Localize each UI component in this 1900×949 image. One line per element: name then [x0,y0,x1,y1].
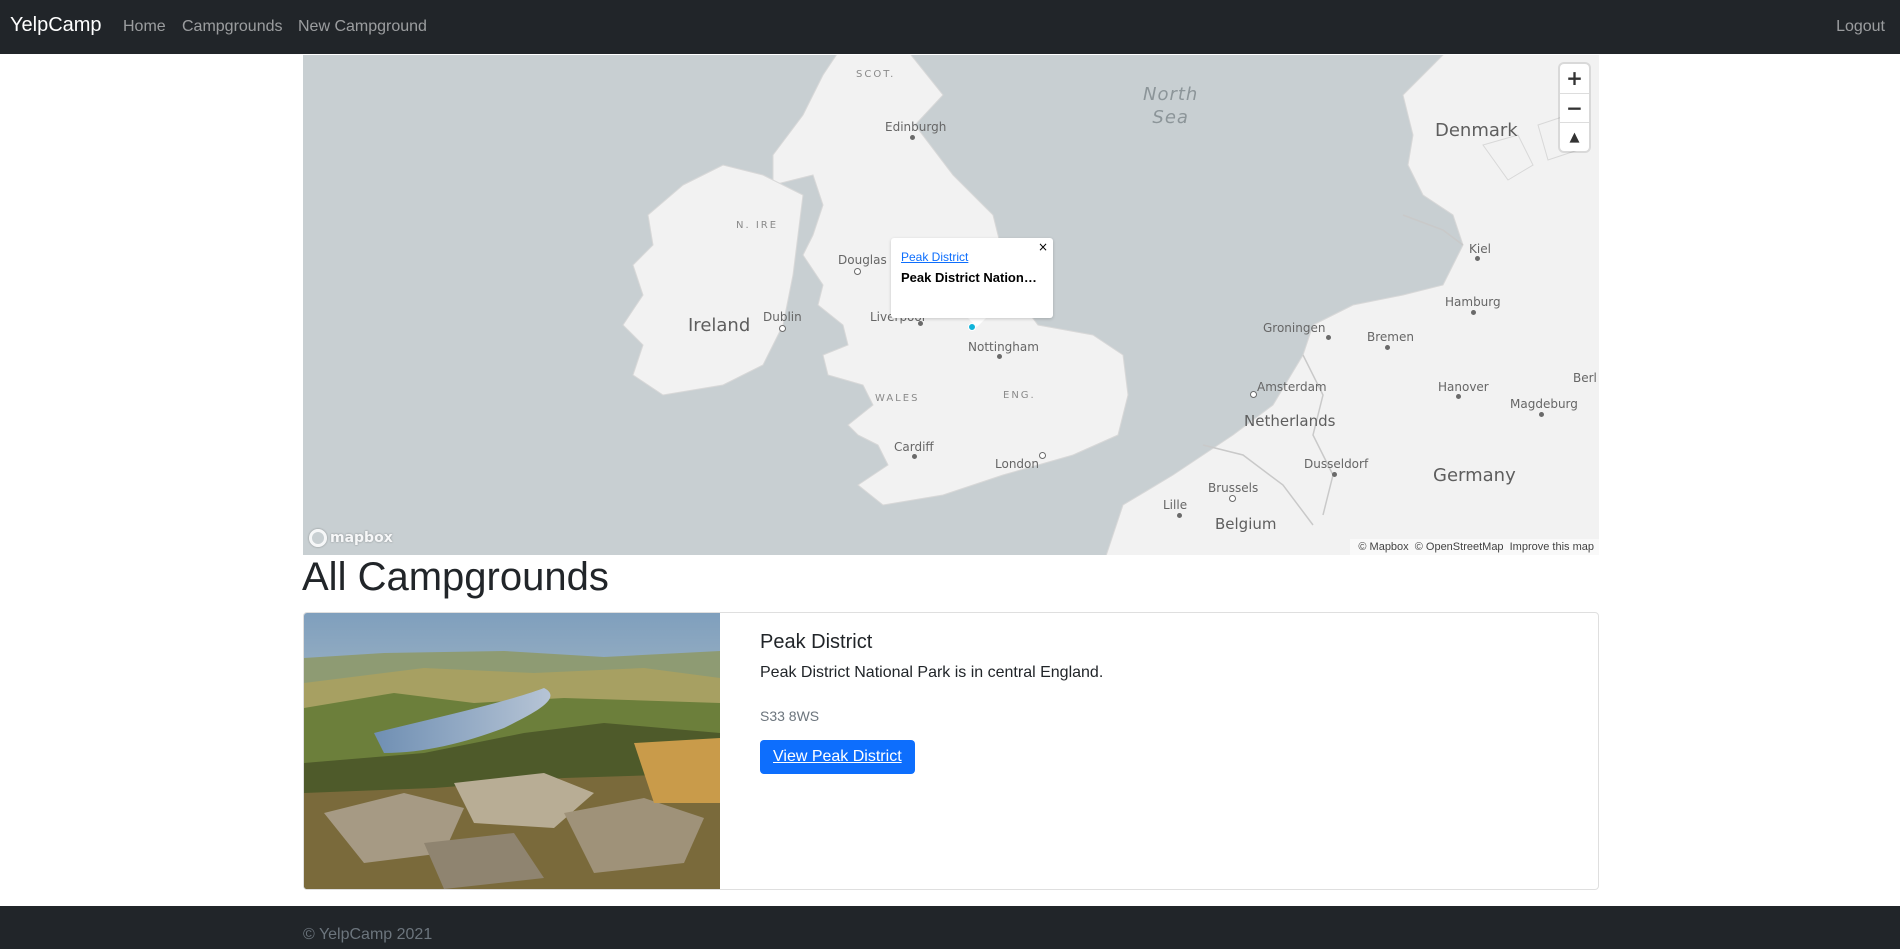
map-label-cardiff: Cardiff [894,440,934,454]
city-dot-brussels [1229,495,1236,502]
city-dot-nottingham [997,354,1002,359]
map-label-dusseldorf: Dusseldorf [1304,457,1369,471]
city-dot-bremen [1385,345,1390,350]
map-popup: × Peak District Peak District National P… [891,238,1053,318]
campground-card: Peak District Peak District National Par… [303,612,1599,890]
city-dot-cardiff [912,454,917,459]
map-label-bremen: Bremen [1367,330,1414,344]
cluster-map[interactable]: North Sea SCOT. Edinburgh N. IRE Ireland… [303,55,1599,555]
nav-link-logout[interactable]: Logout [1836,18,1885,36]
map-label-magdeburg: Magdeburg [1510,397,1578,411]
map-label-north-sea: North Sea [1143,84,1199,128]
city-dot-dublin [779,325,786,332]
map-label-eng: ENG. [1003,390,1036,401]
map-label-nottingham: Nottingham [968,340,1039,354]
map-label-ireland: Ireland [688,315,751,336]
map-label-douglas: Douglas [838,253,887,267]
navbar: YelpCamp Home Campgrounds New Campground… [0,0,1900,54]
zoom-in-button[interactable]: + [1560,64,1589,93]
map-attribution: © Mapbox © OpenStreetMap Improve this ma… [1350,539,1599,555]
nav-link-home[interactable]: Home [123,18,166,36]
mapbox-logo-icon [309,529,327,547]
popup-description: Peak District National Park is in centra… [901,270,1043,285]
map-label-groningen: Groningen [1263,321,1326,335]
city-dot-dusseldorf [1332,472,1337,477]
map-label-scot: SCOT. [856,69,896,80]
map-label-london: London [995,457,1039,471]
city-dot-groningen [1326,335,1331,340]
nav-link-new-campground[interactable]: New Campground [298,18,427,36]
attribution-improve-link[interactable]: Improve this map [1510,541,1594,553]
map-label-lille: Lille [1163,498,1188,512]
city-dot-kiel [1475,256,1480,261]
map-label-wales: WALES [875,393,920,404]
campground-location: S33 8WS [760,708,820,724]
zoom-out-button[interactable]: − [1560,93,1589,122]
map-label-denmark: Denmark [1435,120,1518,141]
city-dot-amsterdam [1250,391,1257,398]
attribution-osm-link[interactable]: © OpenStreetMap [1415,541,1504,553]
map-label-germany: Germany [1433,465,1516,486]
map-navigation-controls: + − ▲ [1560,64,1589,151]
compass-icon[interactable]: ▲ [1560,122,1589,151]
mapbox-logo[interactable]: mapbox [309,527,393,549]
city-dot-lille [1177,513,1182,518]
map-label-berl: Berl [1573,371,1597,385]
map-label-hanover: Hanover [1438,380,1489,394]
nav-link-campgrounds[interactable]: Campgrounds [182,18,283,36]
card-body: Peak District Peak District National Par… [760,631,1103,774]
campground-description: Peak District National Park is in centra… [760,664,1104,681]
map-label-n-ire: N. IRE [736,220,779,231]
map-label-brussels: Brussels [1208,481,1259,495]
city-dot-liverpool [918,321,923,326]
city-dot-hamburg [1471,310,1476,315]
popup-tip [968,318,986,327]
city-dot-edinburgh [910,135,915,140]
city-dot-hanover [1456,394,1461,399]
map-label-dublin: Dublin [763,310,802,324]
campground-image [304,613,720,889]
map-label-amsterdam: Amsterdam [1257,380,1327,394]
city-dot-london [1039,452,1046,459]
campground-title: Peak District [760,631,873,653]
map-label-netherlands: Netherlands [1244,412,1336,430]
footer-copyright: © YelpCamp 2021 [303,926,433,943]
map-label-edinburgh: Edinburgh [885,120,947,134]
attribution-mapbox-link[interactable]: © Mapbox [1358,541,1408,553]
footer: © YelpCamp 2021 [0,906,1900,949]
popup-close-button[interactable]: × [1036,240,1050,254]
popup-campground-link[interactable]: Peak District [901,250,1043,264]
map-label-kiel: Kiel [1469,242,1491,256]
map-label-belgium: Belgium [1215,515,1277,533]
city-dot-douglas [854,268,861,275]
city-dot-magdeburg [1539,412,1544,417]
map-label-hamburg: Hamburg [1445,295,1501,309]
mapbox-logo-text: mapbox [330,530,393,546]
brand-link[interactable]: YelpCamp [10,14,102,37]
page-title: All Campgrounds [302,555,609,599]
view-campground-button[interactable]: View Peak District [760,740,915,774]
